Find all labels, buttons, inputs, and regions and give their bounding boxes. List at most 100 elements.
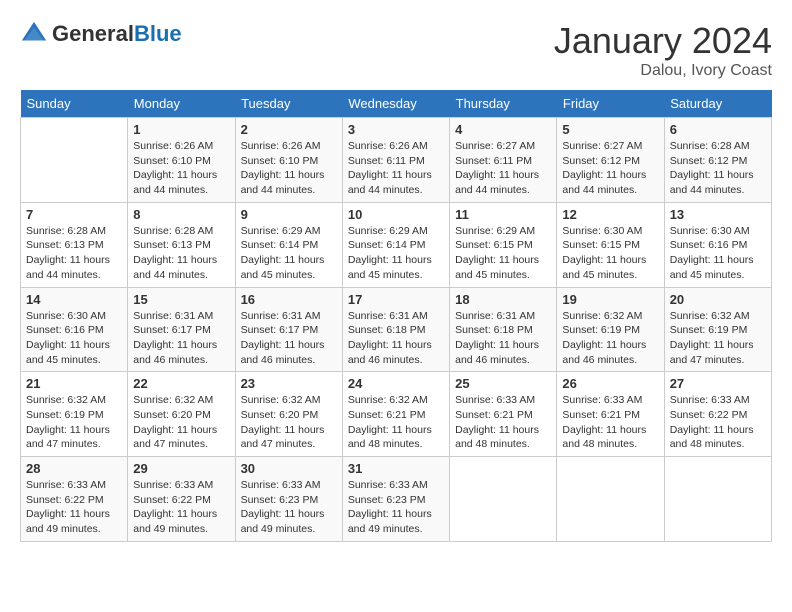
weekday-header-monday: Monday bbox=[128, 90, 235, 118]
day-info: Sunrise: 6:33 AMSunset: 6:23 PMDaylight:… bbox=[241, 478, 337, 537]
day-number: 28 bbox=[26, 461, 122, 476]
day-info: Sunrise: 6:26 AMSunset: 6:10 PMDaylight:… bbox=[241, 139, 337, 198]
day-number: 16 bbox=[241, 292, 337, 307]
calendar-cell bbox=[21, 118, 128, 203]
weekday-header-friday: Friday bbox=[557, 90, 664, 118]
day-number: 3 bbox=[348, 122, 444, 137]
calendar-cell: 6 Sunrise: 6:28 AMSunset: 6:12 PMDaylight… bbox=[664, 118, 771, 203]
calendar-cell: 16 Sunrise: 6:31 AMSunset: 6:17 PMDayligh… bbox=[235, 287, 342, 372]
day-number: 15 bbox=[133, 292, 229, 307]
day-number: 22 bbox=[133, 376, 229, 391]
day-number: 4 bbox=[455, 122, 551, 137]
weekday-header-tuesday: Tuesday bbox=[235, 90, 342, 118]
day-number: 31 bbox=[348, 461, 444, 476]
day-number: 1 bbox=[133, 122, 229, 137]
day-info: Sunrise: 6:33 AMSunset: 6:22 PMDaylight:… bbox=[133, 478, 229, 537]
day-number: 25 bbox=[455, 376, 551, 391]
day-info: Sunrise: 6:32 AMSunset: 6:19 PMDaylight:… bbox=[26, 393, 122, 452]
day-info: Sunrise: 6:27 AMSunset: 6:11 PMDaylight:… bbox=[455, 139, 551, 198]
day-number: 7 bbox=[26, 207, 122, 222]
day-info: Sunrise: 6:29 AMSunset: 6:14 PMDaylight:… bbox=[241, 224, 337, 283]
calendar-cell: 7 Sunrise: 6:28 AMSunset: 6:13 PMDaylight… bbox=[21, 202, 128, 287]
day-number: 21 bbox=[26, 376, 122, 391]
day-info: Sunrise: 6:31 AMSunset: 6:17 PMDaylight:… bbox=[241, 309, 337, 368]
day-info: Sunrise: 6:28 AMSunset: 6:13 PMDaylight:… bbox=[133, 224, 229, 283]
day-number: 19 bbox=[562, 292, 658, 307]
calendar-cell: 21 Sunrise: 6:32 AMSunset: 6:19 PMDayligh… bbox=[21, 372, 128, 457]
day-number: 30 bbox=[241, 461, 337, 476]
calendar-cell: 2 Sunrise: 6:26 AMSunset: 6:10 PMDaylight… bbox=[235, 118, 342, 203]
calendar-week-row: 7 Sunrise: 6:28 AMSunset: 6:13 PMDaylight… bbox=[21, 202, 772, 287]
day-number: 2 bbox=[241, 122, 337, 137]
day-info: Sunrise: 6:32 AMSunset: 6:19 PMDaylight:… bbox=[562, 309, 658, 368]
calendar-cell: 3Sunrise: 6:26 AMSunset: 6:11 PMDaylight… bbox=[342, 118, 449, 203]
calendar-cell: 28 Sunrise: 6:33 AMSunset: 6:22 PMDayligh… bbox=[21, 457, 128, 542]
day-number: 8 bbox=[133, 207, 229, 222]
calendar-cell: 18 Sunrise: 6:31 AMSunset: 6:18 PMDayligh… bbox=[450, 287, 557, 372]
calendar-cell: 24Sunrise: 6:32 AMSunset: 6:21 PMDayligh… bbox=[342, 372, 449, 457]
day-info: Sunrise: 6:32 AMSunset: 6:20 PMDaylight:… bbox=[133, 393, 229, 452]
calendar-cell: 22 Sunrise: 6:32 AMSunset: 6:20 PMDayligh… bbox=[128, 372, 235, 457]
day-info: Sunrise: 6:33 AMSunset: 6:22 PMDaylight:… bbox=[670, 393, 766, 452]
page-header: GeneralBlue January 2024 Dalou, Ivory Co… bbox=[20, 20, 772, 80]
day-info: Sunrise: 6:31 AMSunset: 6:17 PMDaylight:… bbox=[133, 309, 229, 368]
calendar-cell bbox=[450, 457, 557, 542]
day-info: Sunrise: 6:32 AMSunset: 6:21 PMDaylight:… bbox=[348, 393, 444, 452]
logo-icon bbox=[20, 20, 48, 48]
title-block: January 2024 Dalou, Ivory Coast bbox=[554, 20, 772, 80]
day-info: Sunrise: 6:32 AMSunset: 6:19 PMDaylight:… bbox=[670, 309, 766, 368]
day-number: 6 bbox=[670, 122, 766, 137]
day-info: Sunrise: 6:30 AMSunset: 6:16 PMDaylight:… bbox=[26, 309, 122, 368]
calendar-cell: 8 Sunrise: 6:28 AMSunset: 6:13 PMDaylight… bbox=[128, 202, 235, 287]
weekday-header-sunday: Sunday bbox=[21, 90, 128, 118]
weekday-header-wednesday: Wednesday bbox=[342, 90, 449, 118]
day-info: Sunrise: 6:33 AMSunset: 6:23 PMDaylight:… bbox=[348, 478, 444, 537]
calendar-cell: 29 Sunrise: 6:33 AMSunset: 6:22 PMDayligh… bbox=[128, 457, 235, 542]
day-number: 29 bbox=[133, 461, 229, 476]
day-number: 13 bbox=[670, 207, 766, 222]
day-info: Sunrise: 6:32 AMSunset: 6:20 PMDaylight:… bbox=[241, 393, 337, 452]
calendar-week-row: 21 Sunrise: 6:32 AMSunset: 6:19 PMDayligh… bbox=[21, 372, 772, 457]
calendar-cell: 27 Sunrise: 6:33 AMSunset: 6:22 PMDayligh… bbox=[664, 372, 771, 457]
calendar-cell: 5Sunrise: 6:27 AMSunset: 6:12 PMDaylight… bbox=[557, 118, 664, 203]
day-info: Sunrise: 6:31 AMSunset: 6:18 PMDaylight:… bbox=[455, 309, 551, 368]
day-number: 12 bbox=[562, 207, 658, 222]
day-info: Sunrise: 6:33 AMSunset: 6:21 PMDaylight:… bbox=[562, 393, 658, 452]
day-number: 20 bbox=[670, 292, 766, 307]
day-info: Sunrise: 6:30 AMSunset: 6:16 PMDaylight:… bbox=[670, 224, 766, 283]
calendar-cell: 31 Sunrise: 6:33 AMSunset: 6:23 PMDayligh… bbox=[342, 457, 449, 542]
day-number: 18 bbox=[455, 292, 551, 307]
day-info: Sunrise: 6:29 AMSunset: 6:14 PMDaylight:… bbox=[348, 224, 444, 283]
calendar-cell bbox=[664, 457, 771, 542]
calendar-week-row: 28 Sunrise: 6:33 AMSunset: 6:22 PMDayligh… bbox=[21, 457, 772, 542]
calendar-cell: 17Sunrise: 6:31 AMSunset: 6:18 PMDayligh… bbox=[342, 287, 449, 372]
day-number: 23 bbox=[241, 376, 337, 391]
logo-general: General bbox=[52, 21, 134, 46]
calendar-cell: 9 Sunrise: 6:29 AMSunset: 6:14 PMDaylight… bbox=[235, 202, 342, 287]
calendar-cell: 20 Sunrise: 6:32 AMSunset: 6:19 PMDayligh… bbox=[664, 287, 771, 372]
calendar-cell: 19 Sunrise: 6:32 AMSunset: 6:19 PMDayligh… bbox=[557, 287, 664, 372]
weekday-header-thursday: Thursday bbox=[450, 90, 557, 118]
calendar-table: SundayMondayTuesdayWednesdayThursdayFrid… bbox=[20, 90, 772, 542]
calendar-week-row: 14 Sunrise: 6:30 AMSunset: 6:16 PMDayligh… bbox=[21, 287, 772, 372]
day-info: Sunrise: 6:33 AMSunset: 6:22 PMDaylight:… bbox=[26, 478, 122, 537]
day-info: Sunrise: 6:26 AMSunset: 6:10 PMDaylight:… bbox=[133, 139, 229, 198]
day-info: Sunrise: 6:29 AMSunset: 6:15 PMDaylight:… bbox=[455, 224, 551, 283]
day-number: 27 bbox=[670, 376, 766, 391]
calendar-week-row: 1 Sunrise: 6:26 AMSunset: 6:10 PMDaylight… bbox=[21, 118, 772, 203]
day-number: 10 bbox=[348, 207, 444, 222]
day-info: Sunrise: 6:28 AMSunset: 6:13 PMDaylight:… bbox=[26, 224, 122, 283]
calendar-cell: 26Sunrise: 6:33 AMSunset: 6:21 PMDayligh… bbox=[557, 372, 664, 457]
calendar-cell: 25 Sunrise: 6:33 AMSunset: 6:21 PMDayligh… bbox=[450, 372, 557, 457]
day-number: 17 bbox=[348, 292, 444, 307]
day-number: 14 bbox=[26, 292, 122, 307]
calendar-cell: 4 Sunrise: 6:27 AMSunset: 6:11 PMDaylight… bbox=[450, 118, 557, 203]
calendar-cell: 15 Sunrise: 6:31 AMSunset: 6:17 PMDayligh… bbox=[128, 287, 235, 372]
day-info: Sunrise: 6:30 AMSunset: 6:15 PMDaylight:… bbox=[562, 224, 658, 283]
day-number: 9 bbox=[241, 207, 337, 222]
weekday-header-row: SundayMondayTuesdayWednesdayThursdayFrid… bbox=[21, 90, 772, 118]
day-info: Sunrise: 6:33 AMSunset: 6:21 PMDaylight:… bbox=[455, 393, 551, 452]
calendar-cell bbox=[557, 457, 664, 542]
calendar-cell: 30 Sunrise: 6:33 AMSunset: 6:23 PMDayligh… bbox=[235, 457, 342, 542]
day-info: Sunrise: 6:28 AMSunset: 6:12 PMDaylight:… bbox=[670, 139, 766, 198]
